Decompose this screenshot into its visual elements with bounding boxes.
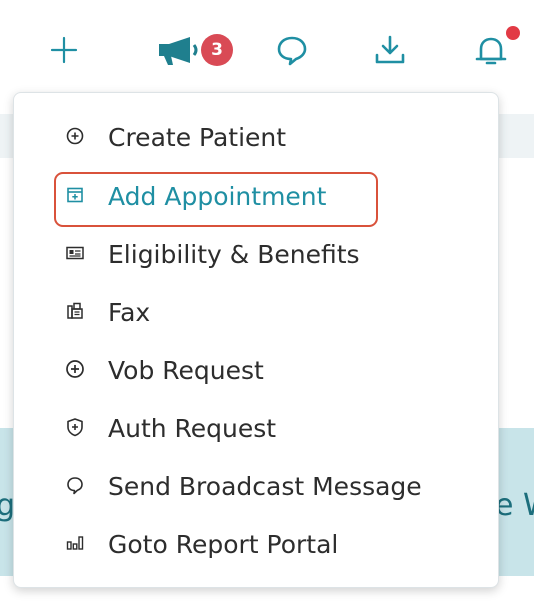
add-new-button[interactable] <box>40 26 88 74</box>
menu-item-label: Vob Request <box>108 356 264 385</box>
notifications-button[interactable] <box>466 26 520 74</box>
shield-plus-icon <box>67 418 83 437</box>
menu-item-label: Auth Request <box>108 414 277 443</box>
app-stage: g e W 3 <box>0 0 534 601</box>
calendar-plus-icon <box>67 187 83 203</box>
id-card-icon <box>66 246 84 260</box>
menu-item-send-broadcast-message[interactable]: Send Broadcast Message <box>14 462 500 510</box>
chat-bubble-icon <box>67 477 83 495</box>
menu-item-vob-request[interactable]: Vob Request <box>14 346 500 394</box>
menu-item-goto-report-portal[interactable]: Goto Report Portal <box>14 520 500 568</box>
menu-item-create-patient[interactable]: Create Patient <box>14 113 500 161</box>
bar-chart-icon <box>66 536 84 550</box>
menu-item-eligibility-benefits[interactable]: Eligibility & Benefits <box>14 230 500 278</box>
menu-item-auth-request[interactable]: Auth Request <box>14 404 500 452</box>
plus-circle-icon <box>66 360 84 378</box>
plus-circle-icon <box>66 127 84 145</box>
announcements-count-badge: 3 <box>201 34 233 66</box>
download-button[interactable] <box>366 26 414 74</box>
megaphone-icon <box>159 37 198 65</box>
menu-item-label: Send Broadcast Message <box>108 472 422 501</box>
menu-item-label: Create Patient <box>108 123 287 152</box>
menu-item-label: Add Appointment <box>108 182 327 211</box>
background-banner-text-right: e W <box>495 488 534 523</box>
bell-icon <box>475 37 507 65</box>
menu-item-add-appointment[interactable]: Add Appointment <box>14 172 500 220</box>
chat-bubble-icon <box>277 36 307 66</box>
fax-icon <box>67 302 83 319</box>
announcements-button[interactable]: 3 <box>150 26 240 74</box>
plus-icon <box>50 36 78 64</box>
menu-item-label: Goto Report Portal <box>108 530 339 559</box>
messages-button[interactable] <box>268 26 316 74</box>
download-icon <box>375 35 405 64</box>
menu-item-label: Fax <box>108 298 151 327</box>
menu-item-fax[interactable]: Fax <box>14 288 500 336</box>
notification-dot <box>506 26 520 40</box>
quick-actions-menu: Create Patient Add Appointment Eligibili… <box>13 92 499 588</box>
menu-item-label: Eligibility & Benefits <box>108 240 360 269</box>
